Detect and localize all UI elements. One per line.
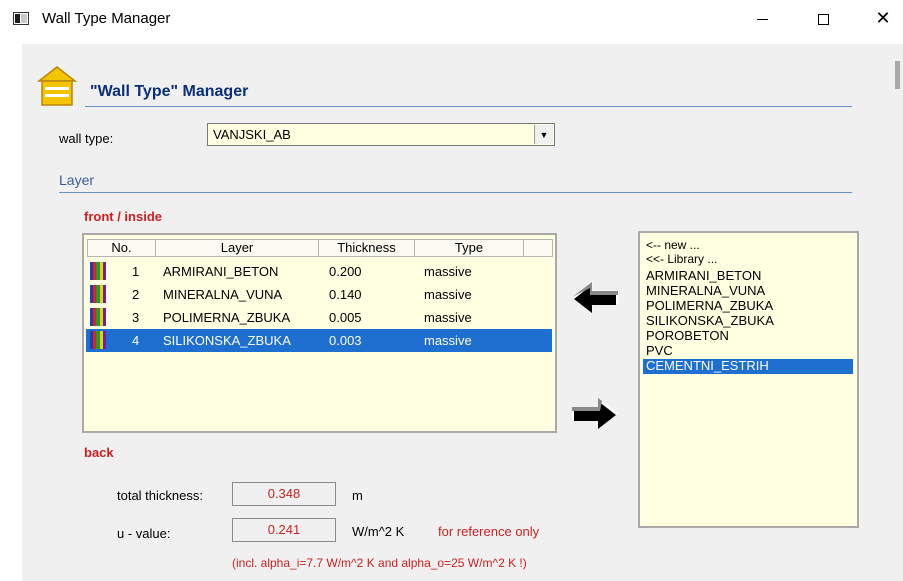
move-right-arrow-icon[interactable] (570, 396, 620, 430)
list-item[interactable]: POROBETON (643, 329, 853, 343)
row-type: massive (424, 333, 472, 348)
table-row[interactable]: 3 POLIMERNA_ZBUKA 0.005 massive (86, 306, 552, 329)
list-item[interactable]: SILIKONSKA_ZBUKA (643, 314, 853, 328)
scrollbar-thumb[interactable] (895, 61, 900, 89)
row-type: massive (424, 310, 472, 325)
row-thickness: 0.003 (329, 333, 362, 348)
row-thickness: 0.200 (329, 264, 362, 279)
layer-color-icon (90, 308, 107, 326)
front-inside-label: front / inside (84, 209, 162, 224)
total-thickness-label: total thickness: (117, 488, 203, 503)
window-title: Wall Type Manager (42, 10, 171, 27)
app-icon (13, 12, 29, 25)
row-thickness: 0.005 (329, 310, 362, 325)
title-bar: Wall Type Manager ✕ (0, 0, 903, 38)
header-divider (85, 106, 852, 107)
list-item[interactable]: PVC (643, 344, 853, 358)
layer-color-icon (90, 285, 107, 303)
wall-type-value: VANJSKI_AB (213, 127, 291, 142)
dropdown-arrow-icon[interactable]: ▼ (534, 125, 553, 144)
row-layer: SILIKONSKA_ZBUKA (163, 333, 291, 348)
close-icon: ✕ (875, 8, 891, 29)
total-thickness-value: 0.348 (232, 482, 336, 506)
column-header-type[interactable]: Type (414, 239, 524, 257)
close-button[interactable]: ✕ (860, 0, 903, 38)
table-row-selected[interactable]: 4 SILIKONSKA_ZBUKA 0.003 massive (86, 329, 552, 352)
reference-note: for reference only (438, 524, 540, 539)
row-no: 2 (132, 287, 140, 302)
layer-color-icon (90, 331, 107, 349)
row-no: 1 (132, 264, 140, 279)
list-item[interactable]: POLIMERNA_ZBUKA (643, 299, 853, 313)
column-header-spacer (523, 239, 553, 257)
library-list[interactable]: <-- new ... <<- Library ... ARMIRANI_BET… (638, 231, 859, 528)
u-value-unit: W/m^2 K (352, 524, 405, 539)
move-left-arrow-icon[interactable] (570, 280, 620, 314)
list-item[interactable]: ARMIRANI_BETON (643, 269, 853, 283)
house-icon (37, 66, 77, 106)
minimize-button[interactable] (739, 0, 785, 38)
column-header-layer[interactable]: Layer (155, 239, 319, 257)
row-layer: MINERALNA_VUNA (163, 287, 283, 302)
alpha-note: (incl. alpha_i=7.7 W/m^2 K and alpha_o=2… (232, 556, 527, 570)
column-header-thickness[interactable]: Thickness (318, 239, 415, 257)
back-label: back (84, 445, 114, 460)
layer-section-title: Layer (59, 172, 95, 188)
thickness-unit: m (352, 488, 363, 503)
row-no: 3 (132, 310, 140, 325)
layer-color-icon (90, 262, 107, 280)
u-value-value: 0.241 (232, 518, 336, 542)
maximize-icon (817, 13, 829, 25)
row-layer: ARMIRANI_BETON (163, 264, 279, 279)
row-layer: POLIMERNA_ZBUKA (163, 310, 291, 325)
table-row[interactable]: 2 MINERALNA_VUNA 0.140 massive (86, 283, 552, 306)
row-type: massive (424, 287, 472, 302)
list-item-selected[interactable]: CEMENTNI_ESTRIH (643, 359, 853, 374)
maximize-button[interactable] (800, 0, 846, 38)
vertical-scrollbar[interactable] (892, 44, 903, 581)
minimize-icon (756, 18, 768, 20)
row-type: massive (424, 264, 472, 279)
list-item[interactable]: <<- Library ... (643, 252, 853, 266)
wall-type-label: wall type: (59, 131, 114, 146)
table-row[interactable]: 1 ARMIRANI_BETON 0.200 massive (86, 260, 552, 283)
row-thickness: 0.140 (329, 287, 362, 302)
layer-divider (59, 192, 852, 193)
row-no: 4 (132, 333, 140, 348)
manager-title: "Wall Type" Manager (90, 83, 249, 100)
column-header-no[interactable]: No. (87, 239, 156, 257)
layer-table[interactable]: No. Layer Thickness Type 1 ARMIRANI_BETO… (82, 233, 557, 433)
list-item[interactable]: <-- new ... (643, 238, 853, 252)
wall-type-select[interactable]: VANJSKI_AB ▼ (207, 123, 555, 146)
u-value-label: u - value: (117, 526, 171, 541)
list-item[interactable]: MINERALNA_VUNA (643, 284, 853, 298)
